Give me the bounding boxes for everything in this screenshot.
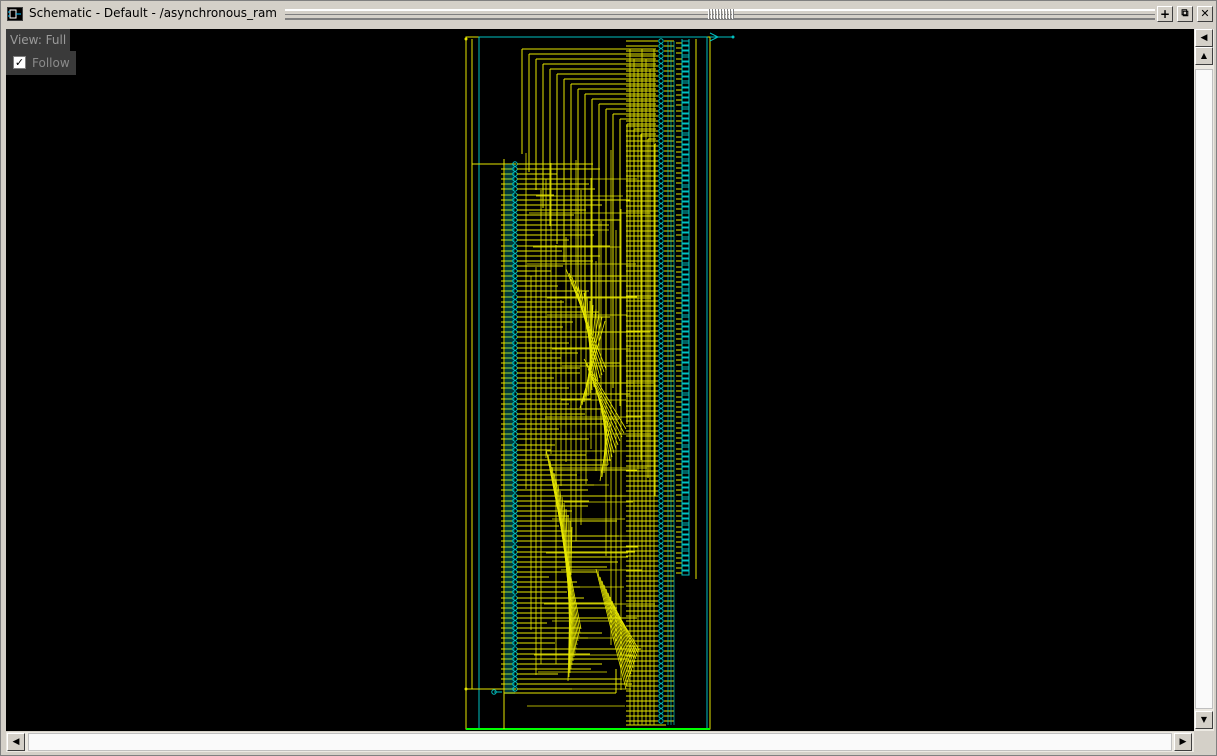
scroll-left-page-button[interactable]: ◀ (1195, 29, 1213, 47)
schematic-window-icon (7, 7, 23, 21)
horizontal-scroll-thumb[interactable] (28, 733, 1172, 751)
vertical-scroll-thumb[interactable] (1195, 69, 1213, 709)
title-bar[interactable]: Schematic - Default - /asynchronous_ram … (3, 3, 1214, 25)
scroll-left-button[interactable]: ◀ (7, 733, 25, 751)
follow-checkbox[interactable]: ✓ (13, 56, 26, 69)
scroll-down-button[interactable]: ▼ (1195, 711, 1213, 729)
add-pane-button[interactable]: + (1157, 6, 1173, 22)
title-grip-dots (708, 9, 734, 19)
schematic-diagram[interactable] (6, 29, 1194, 731)
vertical-scrollbar[interactable]: ◀ ▲ ▼ (1194, 29, 1214, 731)
view-mode-label: View: Full (6, 29, 71, 51)
scrollbar-corner (1194, 732, 1214, 752)
follow-toggle[interactable]: ✓ Follow (6, 51, 76, 75)
scroll-right-button[interactable]: ▶ (1174, 733, 1192, 751)
follow-label: Follow (32, 56, 70, 70)
undock-button[interactable]: ⧉ (1177, 6, 1193, 22)
window-title: Schematic - Default - /asynchronous_ram (29, 6, 279, 20)
horizontal-scrollbar[interactable]: ◀ ▶ (6, 732, 1194, 752)
close-button[interactable]: ✕ (1197, 6, 1213, 22)
schematic-canvas[interactable]: View: Full ✓ Follow (6, 29, 1194, 731)
scroll-up-button[interactable]: ▲ (1195, 47, 1213, 65)
schematic-window: Schematic - Default - /asynchronous_ram … (0, 0, 1217, 756)
